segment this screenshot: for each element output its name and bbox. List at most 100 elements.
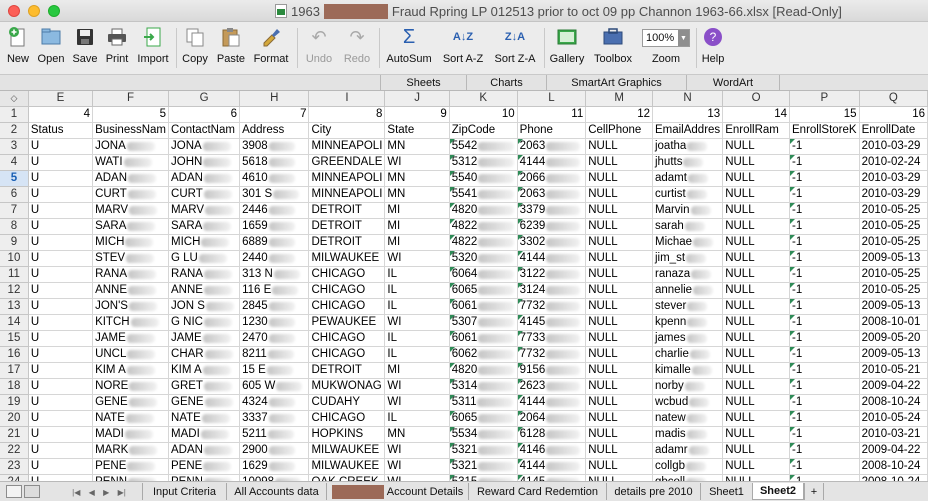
cell[interactable]: NULL bbox=[722, 282, 791, 300]
cell[interactable]: 15 E bbox=[239, 362, 310, 380]
cell[interactable]: -1 bbox=[789, 314, 860, 332]
last-sheet-icon[interactable]: ▶| bbox=[118, 488, 126, 497]
cell[interactable]: JOHN bbox=[168, 154, 241, 172]
cell[interactable]: MADI bbox=[168, 426, 241, 444]
header-cell[interactable]: EnrollRam bbox=[722, 122, 791, 140]
cell[interactable]: -1 bbox=[789, 330, 860, 348]
cell[interactable]: NULL bbox=[722, 426, 791, 444]
cell[interactable]: MILWAUKEE bbox=[308, 442, 386, 460]
cell[interactable]: U bbox=[28, 202, 94, 220]
column-header[interactable]: I bbox=[308, 91, 386, 108]
cell[interactable]: NULL bbox=[585, 458, 653, 476]
row-header[interactable]: 4 bbox=[0, 154, 29, 172]
cell[interactable]: NULL bbox=[722, 346, 791, 364]
cell[interactable]: SARA bbox=[92, 218, 170, 236]
cell[interactable]: 9156 bbox=[517, 362, 587, 380]
cell[interactable]: 2470 bbox=[239, 330, 310, 348]
cell[interactable]: NULL bbox=[585, 330, 653, 348]
cell[interactable]: 2845 bbox=[239, 298, 310, 316]
cell[interactable]: U bbox=[28, 442, 94, 460]
cell[interactable]: 9 bbox=[384, 106, 450, 124]
cell[interactable]: ADAN bbox=[168, 170, 241, 188]
cell[interactable]: 2009-04-22 bbox=[859, 378, 928, 396]
cell[interactable]: MILWAUKEE bbox=[308, 250, 386, 268]
cell[interactable]: MN bbox=[384, 186, 450, 204]
cell[interactable]: HOPKINS bbox=[308, 426, 386, 444]
row-header[interactable]: 16 bbox=[0, 346, 29, 364]
undo-button[interactable]: ↶ Undo bbox=[302, 25, 336, 73]
cell[interactable]: PENE bbox=[92, 458, 170, 476]
cell[interactable]: U bbox=[28, 362, 94, 380]
cell[interactable]: CURT bbox=[92, 186, 170, 204]
first-sheet-icon[interactable]: |◀ bbox=[72, 488, 80, 497]
cell[interactable]: 313 N bbox=[239, 266, 310, 284]
column-header[interactable]: J bbox=[384, 91, 450, 108]
cell[interactable]: -1 bbox=[789, 378, 860, 396]
cell[interactable]: U bbox=[28, 218, 94, 236]
spreadsheet-grid[interactable]: ◇ E F G H I J K L M N O P Q 1 4 5 6 7 8 9 10 11 12 13 14 15 16 2 Sta… bbox=[0, 91, 928, 481]
cell[interactable]: 2008-10-01 bbox=[859, 314, 928, 332]
row-header[interactable]: 7 bbox=[0, 202, 29, 220]
row-header[interactable]: 20 bbox=[0, 410, 29, 428]
cell[interactable]: NULL bbox=[585, 154, 653, 172]
cell[interactable]: U bbox=[28, 186, 94, 204]
cell[interactable]: 2446 bbox=[239, 202, 310, 220]
row-header[interactable]: 10 bbox=[0, 250, 29, 268]
print-button[interactable]: Print bbox=[103, 25, 131, 73]
worksheet-table[interactable]: ◇ E F G H I J K L M N O P Q 1 4 5 6 7 8 9 10 11 12 13 14 15 16 2 Sta… bbox=[0, 91, 928, 481]
cell[interactable]: 2009-04-22 bbox=[859, 442, 928, 460]
close-window-button[interactable] bbox=[8, 5, 20, 17]
cell[interactable]: 2900 bbox=[239, 442, 310, 460]
save-button[interactable]: Save bbox=[71, 25, 99, 73]
cell[interactable]: 2010-05-25 bbox=[859, 282, 928, 300]
cell[interactable]: 6061 bbox=[449, 330, 518, 348]
cell[interactable]: wcbud bbox=[652, 394, 724, 412]
cell[interactable]: Michae bbox=[652, 234, 724, 252]
cell[interactable]: -1 bbox=[789, 218, 860, 236]
cell[interactable]: 15 bbox=[789, 106, 860, 124]
redo-button[interactable]: ↷ Redo bbox=[340, 25, 374, 73]
cell[interactable]: 3337 bbox=[239, 410, 310, 428]
cell[interactable]: GRET bbox=[168, 378, 241, 396]
cell[interactable]: 2008-10-24 bbox=[859, 394, 928, 412]
cell[interactable]: GREENDALE bbox=[308, 154, 386, 172]
cell[interactable]: NULL bbox=[585, 394, 653, 412]
cell[interactable]: MINNEAPOLI bbox=[308, 138, 386, 156]
open-button[interactable]: Open bbox=[36, 25, 66, 73]
cell[interactable]: 2010-03-29 bbox=[859, 170, 928, 188]
sort-a-z-button[interactable]: A↓Z Sort A-Z bbox=[438, 25, 488, 73]
cell[interactable]: 5307 bbox=[449, 314, 518, 332]
cell[interactable]: -1 bbox=[789, 442, 860, 460]
cell[interactable]: NULL bbox=[722, 298, 791, 316]
cell[interactable]: 4144 bbox=[517, 250, 587, 268]
cell[interactable]: -1 bbox=[789, 202, 860, 220]
cell[interactable]: WATI bbox=[92, 154, 170, 172]
tab-charts[interactable]: Charts bbox=[466, 75, 546, 91]
cell[interactable]: NULL bbox=[585, 282, 653, 300]
cell[interactable]: UNCL bbox=[92, 346, 170, 364]
cell[interactable]: -1 bbox=[789, 234, 860, 252]
cell[interactable]: curtist bbox=[652, 186, 724, 204]
header-cell[interactable]: EmailAddres bbox=[652, 122, 724, 140]
column-header[interactable]: O bbox=[722, 91, 791, 108]
cell[interactable]: -1 bbox=[789, 186, 860, 204]
cell[interactable]: 4324 bbox=[239, 394, 310, 412]
row-header[interactable]: 19 bbox=[0, 394, 29, 412]
row-header[interactable]: 5 bbox=[0, 170, 29, 188]
cell[interactable]: annelie bbox=[652, 282, 724, 300]
cell[interactable]: CURT bbox=[168, 186, 241, 204]
cell[interactable]: -1 bbox=[789, 362, 860, 380]
cell[interactable]: MILWAUKEE bbox=[308, 458, 386, 476]
cell[interactable]: NULL bbox=[722, 330, 791, 348]
cell[interactable]: PEWAUKEE bbox=[308, 314, 386, 332]
cell[interactable]: 6065 bbox=[449, 410, 518, 428]
cell[interactable]: JAME bbox=[92, 330, 170, 348]
row-header[interactable]: 17 bbox=[0, 362, 29, 380]
header-cell[interactable]: CellPhone bbox=[585, 122, 653, 140]
row-header[interactable]: 13 bbox=[0, 298, 29, 316]
cell[interactable]: 116 E bbox=[239, 282, 310, 300]
cell[interactable]: 5321 bbox=[449, 458, 518, 476]
cell[interactable]: 6064 bbox=[449, 266, 518, 284]
cell[interactable]: sarah bbox=[652, 218, 724, 236]
cell[interactable]: CUDAHY bbox=[308, 394, 386, 412]
